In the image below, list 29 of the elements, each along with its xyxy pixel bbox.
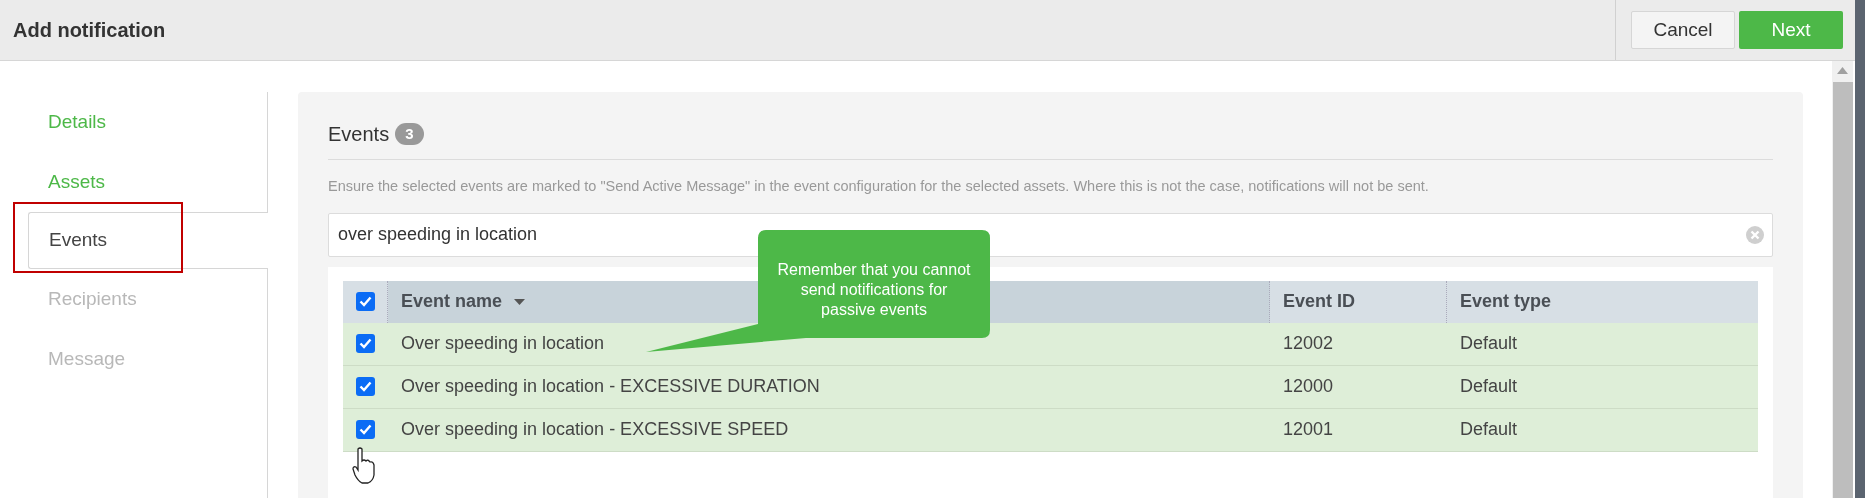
column-label: Event name: [401, 290, 503, 314]
table-row[interactable]: Over speeding in location - EXCESSIVE DURATION 12000 Default: [343, 365, 1758, 409]
table-cell-text: Default: [1460, 332, 1518, 356]
column-label: Event ID: [1283, 290, 1356, 314]
sort-caret-icon: [514, 298, 526, 305]
table-cell-text: 12001: [1283, 418, 1334, 442]
table-cell-text: Over speeding in location - EXCESSIVE DURATION: [401, 375, 820, 399]
table-cell-text: Default: [1460, 375, 1518, 399]
search-field[interactable]: over speeding in location: [328, 212, 1773, 257]
table-row[interactable]: Over speeding in location - EXCESSIVE SPEED 12001 Default: [343, 408, 1758, 452]
step-tab[interactable]: Events: [28, 212, 268, 269]
column-header[interactable]: Event ID: [1270, 280, 1447, 323]
dialog-title: Add notification: [12, 18, 167, 43]
checkbox[interactable]: [356, 420, 375, 440]
checkbox[interactable]: [355, 292, 375, 312]
hand-cursor-icon: [352, 447, 376, 485]
table-cell-text: Over speeding in location: [401, 332, 605, 356]
checkbox[interactable]: [356, 334, 375, 354]
cancel-button[interactable]: Cancel: [1631, 11, 1735, 49]
table-cell-text: Over speeding in location - EXCESSIVE SPEED: [401, 418, 789, 442]
column-header[interactable]: Event type: [1447, 280, 1758, 323]
info-note: Ensure the selected events are marked to "Send Active Message" in the event configuration for the selected assets. Where this is not the case, notifications will not be sent.: [328, 177, 1430, 196]
column-label: Event type: [1460, 290, 1552, 314]
table-cell-text: Default: [1460, 418, 1518, 442]
checkbox[interactable]: [356, 377, 375, 397]
section-title: Events: [328, 122, 390, 147]
count-badge: 3: [395, 123, 424, 145]
table-cell-text: 12000: [1283, 375, 1334, 399]
table-cell-text: 12002: [1283, 332, 1334, 356]
